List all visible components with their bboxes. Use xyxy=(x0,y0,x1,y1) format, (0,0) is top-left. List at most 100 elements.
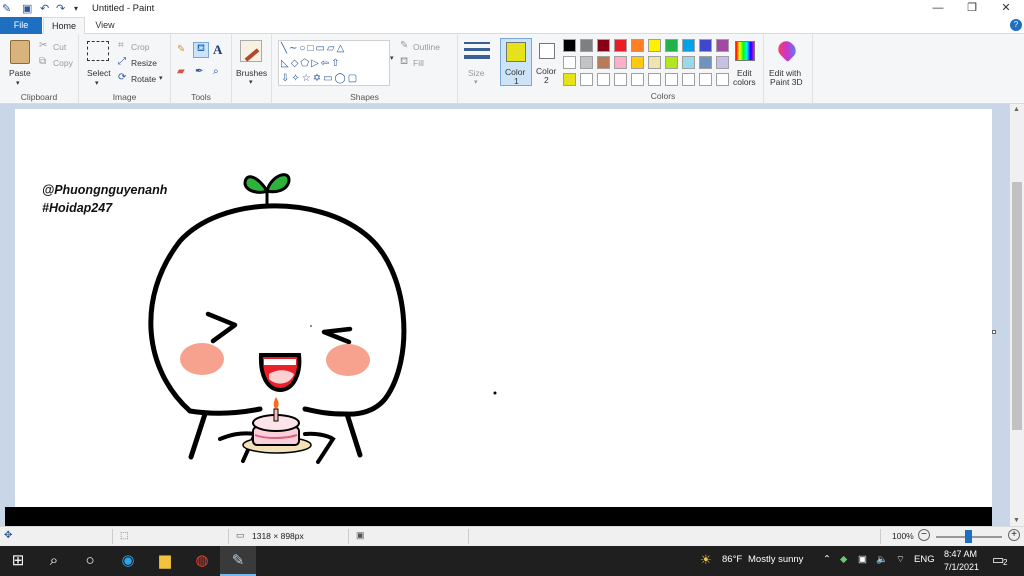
magnifier-icon[interactable]: ⌕ xyxy=(213,66,219,77)
color2-button[interactable]: Color 2 xyxy=(534,38,562,86)
outline-button[interactable]: Outline xyxy=(413,42,440,52)
palette-swatch[interactable] xyxy=(597,56,610,69)
fill-button[interactable]: Fill xyxy=(413,58,424,68)
minimize-icon[interactable]: — xyxy=(921,0,955,17)
shapes-gallery[interactable]: ╲∼○□▭▱△ ◺◇⬠▷⇦⇧ ⇩✧☆✡▭◯▢ xyxy=(278,40,390,86)
drawing-canvas[interactable]: @Phuongnguyenanh #Hoidap247 xyxy=(15,109,992,507)
palette-swatch[interactable] xyxy=(648,56,661,69)
cortana-icon[interactable]: ○ xyxy=(80,551,100,571)
weather-temp[interactable]: 86°F xyxy=(722,554,742,565)
palette-swatch[interactable] xyxy=(648,73,661,86)
palette-swatch[interactable] xyxy=(597,39,610,52)
scroll-down-icon[interactable]: ▼ xyxy=(1013,517,1020,524)
scroll-up-icon[interactable]: ▲ xyxy=(1013,106,1020,113)
chrome-icon[interactable]: ◍ xyxy=(192,551,212,571)
palette-swatch[interactable] xyxy=(665,56,678,69)
paste-dropdown-icon[interactable]: ▾ xyxy=(16,79,20,87)
color1-button[interactable]: Color 1 xyxy=(500,38,532,86)
paint-taskbar-button[interactable]: ✎ xyxy=(220,546,256,576)
palette-swatch[interactable] xyxy=(682,56,695,69)
help-icon[interactable]: ? xyxy=(1010,19,1022,31)
zoom-slider-thumb[interactable] xyxy=(965,530,972,543)
rotate-button[interactable]: Rotate xyxy=(131,74,156,84)
edit-with-paint3d-button[interactable]: Edit with Paint 3D xyxy=(766,37,810,88)
palette-swatch[interactable] xyxy=(682,39,695,52)
network-drive-icon[interactable]: ▣ xyxy=(858,554,867,565)
paste-icon[interactable] xyxy=(10,40,30,64)
palette-swatch[interactable] xyxy=(699,56,712,69)
copy-button[interactable]: Copy xyxy=(53,58,73,68)
palette-swatch[interactable] xyxy=(631,39,644,52)
select-button[interactable]: Select xyxy=(87,68,111,78)
palette-swatch[interactable] xyxy=(580,39,593,52)
resize-button[interactable]: Resize xyxy=(131,58,157,68)
palette-swatch[interactable] xyxy=(563,73,576,86)
wifi-icon[interactable]: ⌔ xyxy=(896,554,905,565)
search-icon[interactable]: ⌕ xyxy=(44,551,64,571)
brushes-dropdown-icon[interactable]: ▾ xyxy=(249,78,253,86)
weather-desc[interactable]: Mostly sunny xyxy=(748,554,803,565)
tray-app-icon[interactable]: ◆ xyxy=(840,554,847,565)
palette-swatch[interactable] xyxy=(665,73,678,86)
brushes-button[interactable]: Brushes xyxy=(236,68,267,78)
paint3d-icon xyxy=(774,37,800,63)
undo-icon[interactable]: ↶ xyxy=(40,2,49,15)
edge-icon[interactable]: ◉ xyxy=(118,551,138,571)
text-icon[interactable]: A xyxy=(213,42,222,58)
save-icon[interactable]: ▣ xyxy=(22,2,32,15)
palette-swatch[interactable] xyxy=(648,39,661,52)
paste-button[interactable]: Paste xyxy=(9,68,31,78)
palette-swatch[interactable] xyxy=(597,73,610,86)
palette-swatch[interactable] xyxy=(665,39,678,52)
canvas-resize-handle[interactable] xyxy=(992,330,996,334)
crop-button[interactable]: Crop xyxy=(131,42,149,52)
clock-date[interactable]: 7/1/2021 xyxy=(944,562,979,572)
vertical-scroll-thumb[interactable] xyxy=(1012,182,1022,430)
language-indicator[interactable]: ENG xyxy=(914,554,935,565)
close-icon[interactable]: ✕ xyxy=(989,0,1023,17)
palette-swatch[interactable] xyxy=(580,56,593,69)
palette-swatch[interactable] xyxy=(563,56,576,69)
eraser-icon[interactable]: ▰ xyxy=(177,66,185,77)
palette-swatch[interactable] xyxy=(716,56,729,69)
redo-icon[interactable]: ↷ xyxy=(56,2,65,15)
customize-quick-access-icon[interactable]: ▾ xyxy=(74,4,78,13)
palette-swatch[interactable] xyxy=(563,39,576,52)
volume-icon[interactable]: 🔈 xyxy=(876,554,888,565)
fill-bucket-icon[interactable]: ⛾ xyxy=(193,42,209,58)
size-dropdown-icon[interactable]: ▾ xyxy=(474,78,478,86)
palette-swatch[interactable] xyxy=(631,73,644,86)
palette-swatch[interactable] xyxy=(580,73,593,86)
color-picker-icon[interactable]: ✒ xyxy=(195,66,203,77)
select-dropdown-icon[interactable]: ▾ xyxy=(95,79,99,87)
palette-swatch[interactable] xyxy=(614,39,627,52)
file-explorer-icon[interactable]: ▆ xyxy=(155,551,175,571)
weather-sun-icon[interactable]: ☀ xyxy=(700,552,712,568)
select-icon[interactable] xyxy=(87,41,109,61)
palette-swatch[interactable] xyxy=(614,56,627,69)
palette-swatch[interactable] xyxy=(682,73,695,86)
palette-swatch[interactable] xyxy=(716,39,729,52)
start-windows-icon[interactable]: ⊞ xyxy=(8,551,28,571)
size-button[interactable]: Size xyxy=(468,68,485,78)
palette-swatch[interactable] xyxy=(699,39,712,52)
cut-button[interactable]: Cut xyxy=(53,42,66,52)
zoom-out-icon[interactable]: − xyxy=(918,529,930,541)
show-hidden-icons-icon[interactable]: ⌃ xyxy=(823,554,831,565)
left-cheek xyxy=(180,343,224,375)
brush-icon[interactable] xyxy=(240,40,262,62)
palette-swatch[interactable] xyxy=(699,73,712,86)
tab-view[interactable]: View xyxy=(86,17,124,34)
palette-swatch[interactable] xyxy=(631,56,644,69)
palette-swatch[interactable] xyxy=(716,73,729,86)
clock-time[interactable]: 8:47 AM xyxy=(944,549,977,559)
tab-home[interactable]: Home xyxy=(43,17,85,35)
tab-file[interactable]: File xyxy=(0,17,42,34)
rotate-dropdown-icon[interactable]: ▾ xyxy=(159,74,163,82)
shapes-more-icon[interactable]: ▾ xyxy=(390,54,394,62)
edit-colors-button[interactable]: Edit colors xyxy=(732,38,762,88)
pencil-icon[interactable]: ✎ xyxy=(177,44,185,55)
palette-swatch[interactable] xyxy=(614,73,627,86)
restore-icon[interactable]: ❐ xyxy=(955,0,989,17)
zoom-in-icon[interactable]: + xyxy=(1008,529,1020,541)
